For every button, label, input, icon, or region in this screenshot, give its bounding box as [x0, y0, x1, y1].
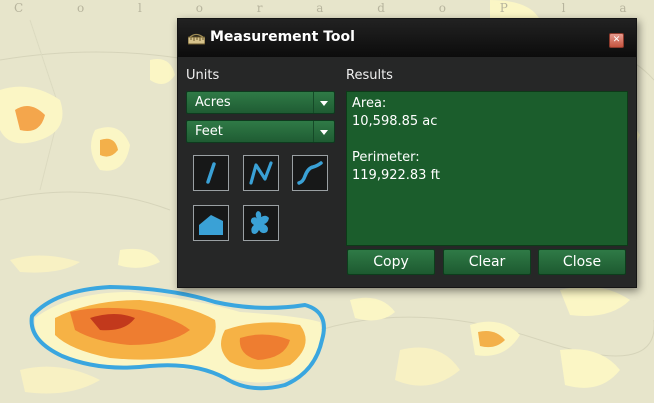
area-label: Area: — [352, 96, 387, 111]
chevron-down-icon — [313, 92, 334, 113]
freehand-line-tool-button[interactable] — [292, 155, 328, 191]
results-label: Results — [346, 68, 393, 83]
chevron-down-icon — [313, 121, 334, 142]
polyline-tool-icon — [249, 161, 273, 185]
area-value: 10,598.85 ac — [352, 114, 438, 129]
map-stage[interactable]: C o l o r a d o P l a t e a u Measuremen… — [0, 0, 654, 403]
polygon-tool-icon — [199, 215, 223, 235]
length-unit-select[interactable]: Feet — [186, 120, 335, 143]
length-unit-value: Feet — [195, 124, 223, 139]
polygon-tool-button[interactable] — [193, 205, 229, 241]
freehand-polygon-tool-button[interactable] — [243, 205, 279, 241]
perimeter-label: Perimeter: — [352, 150, 420, 165]
freehand-polygon-tool-icon — [250, 211, 269, 234]
clear-button[interactable]: Clear — [443, 249, 531, 275]
freehand-line-tool-icon — [297, 161, 323, 185]
dialog-titlebar[interactable]: Measurement Tool ✕ — [178, 19, 636, 57]
copy-button[interactable]: Copy — [347, 249, 435, 275]
polyline-tool-button[interactable] — [243, 155, 279, 191]
line-tool-button[interactable] — [193, 155, 229, 191]
line-tool-icon — [206, 162, 216, 184]
close-button[interactable]: Close — [538, 249, 626, 275]
close-icon[interactable]: ✕ — [609, 33, 624, 48]
measurement-dialog: Measurement Tool ✕ Units Acres Feet Resu… — [177, 18, 637, 288]
dialog-title: Measurement Tool — [210, 29, 355, 45]
area-unit-value: Acres — [195, 95, 231, 110]
area-unit-select[interactable]: Acres — [186, 91, 335, 114]
ruler-icon — [188, 33, 205, 45]
map-watermark-label: C o l o r a d o P l a t e a u — [14, 1, 654, 15]
units-label: Units — [186, 68, 220, 83]
results-box: Area: 10,598.85 ac Perimeter: 119,922.83… — [346, 91, 628, 246]
perimeter-value: 119,922.83 ft — [352, 168, 441, 183]
